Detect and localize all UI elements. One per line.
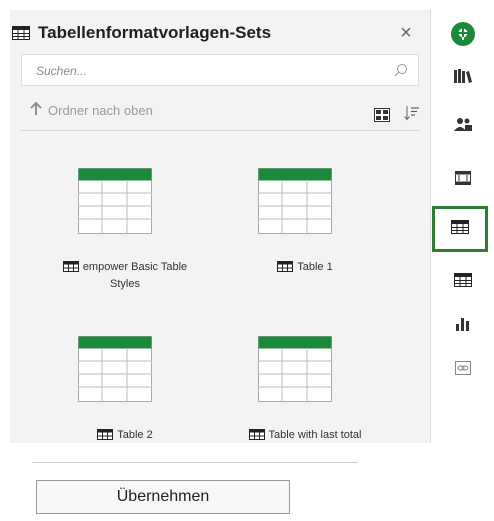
arrow-up-icon [30,101,42,118]
tile-title: Table with last total [268,429,362,441]
table-thumbnail [78,168,152,234]
search-icon[interactable] [394,63,408,82]
close-button[interactable]: × [396,23,416,43]
table-icon [62,261,79,277]
library-icon [454,68,472,88]
sidebar-item-library[interactable] [432,60,494,96]
tile-label: Table 2 [30,428,220,445]
sidebar-item-people[interactable] [432,108,494,144]
folder-nav-row: Ordner nach oben [20,101,420,128]
folder-up-label: Ordner nach oben [48,102,153,118]
table-style-sets-panel: Tabellenformatvorlagen-Sets × Ordner nac… [10,10,431,443]
sidebar-item-chart[interactable] [432,308,494,344]
table-icon [277,261,294,277]
search-box [21,54,419,86]
people-icon [454,117,472,136]
bar-chart-icon [456,317,470,336]
divider [20,130,420,131]
table-icon [454,272,472,292]
table-thumbnail [78,336,152,402]
table-thumbnail [258,168,332,234]
footer-divider [32,462,358,463]
tile-label: empower Basic Table Styles [30,260,220,292]
panel-header: Tabellenformatvorlagen-Sets × [10,10,430,54]
sort-icon[interactable] [404,105,420,126]
style-set-tile[interactable]: Table with last total roll [210,336,400,443]
search-input[interactable] [34,61,378,81]
right-sidebar [432,10,494,443]
sidebar-item-filmstrip[interactable] [432,162,494,198]
tile-title: Table 2 [117,429,153,441]
grid-view-icon[interactable] [374,108,390,127]
table-icon [97,429,114,445]
folder-up-button[interactable]: Ordner nach oben [30,101,153,118]
table-icon [248,429,265,443]
table-thumbnail [258,336,332,402]
sidebar-item-add[interactable] [432,18,494,54]
tile-title: Table 1 [297,261,333,273]
tile-label: Table 1 [210,260,400,277]
table-style-icon [451,219,469,239]
panel-title: Tabellenformatvorlagen-Sets [38,23,272,42]
tile-title-line2: Styles [110,278,140,290]
apply-button[interactable]: Übernehmen [36,480,290,514]
add-circle-icon [450,21,476,52]
link-image-icon [455,360,471,380]
table-icon [12,26,30,45]
sidebar-item-link-image[interactable] [432,352,494,388]
tile-label: Table with last total roll [210,428,400,443]
tile-title: empower Basic Table [82,261,188,273]
film-strip-icon [455,170,471,190]
sidebar-item-table[interactable] [432,264,494,300]
sidebar-item-table-styles[interactable] [432,206,488,252]
